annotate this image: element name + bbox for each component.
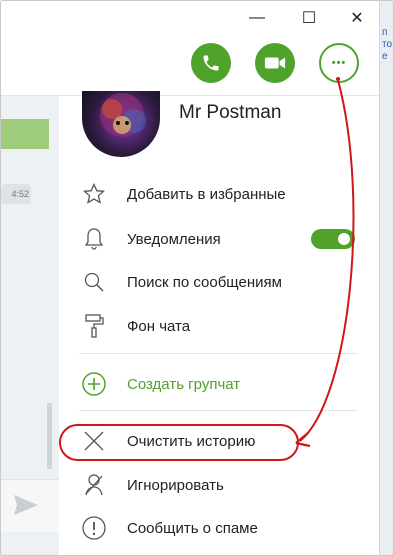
highlight-oval [59,424,299,461]
menu-item-label: Игнорировать [127,476,224,494]
menu-item-label: Поиск по сообщениям [127,273,282,291]
menu-item-label: Сообщить о спаме [127,519,258,537]
contact-name: Mr Postman [179,102,282,123]
plus-circle-icon [79,369,109,399]
close-window-icon: ✕ [350,10,364,27]
video-camera-icon [264,57,286,69]
notifications-toggle[interactable] [311,229,355,249]
minimize-icon: — [249,9,265,26]
title-bar: — ☐ ✕ [1,1,379,35]
search-icon [79,267,109,297]
app-window: — ☐ ✕ п то е ••• 4:52 Mr Postman Добавит… [0,0,394,556]
menu-item-label: Создать групчат [127,375,241,393]
paint-roller-icon [79,311,109,341]
more-options-button[interactable]: ••• [319,43,359,83]
menu-item-label: Фон чата [127,317,191,335]
maximize-button[interactable]: ☐ [287,5,331,31]
send-icon[interactable] [13,494,39,516]
menu-divider [79,410,357,411]
toggle-knob [338,233,350,245]
background-window-strip: п то е [379,1,393,555]
ignore-icon [79,470,109,500]
menu-item-chat-background[interactable]: Фон чата [79,308,379,344]
bell-icon [79,224,109,254]
alert-icon [79,513,109,543]
menu-item-report-spam[interactable]: Сообщить о спаме [79,510,379,546]
menu-item-label: Уведомления [127,230,221,248]
more-dots-icon: ••• [331,57,347,69]
close-window-button[interactable]: ✕ [335,5,379,31]
minimize-button[interactable]: — [235,5,279,31]
audio-call-button[interactable] [191,43,231,83]
maximize-icon: ☐ [301,10,317,27]
menu-item-add-favorites[interactable]: Добавить в избранные [79,176,379,212]
video-call-button[interactable] [255,43,295,83]
menu-item-label: Добавить в избранные [127,185,286,203]
chat-scrollbar[interactable] [47,403,52,469]
outgoing-message-bubble [1,119,49,149]
menu-item-search-messages[interactable]: Поиск по сообщениям [79,264,379,300]
phone-icon [203,55,219,71]
menu-divider [79,353,357,354]
menu-item-create-group-chat[interactable]: Создать групчат [79,366,379,402]
background-window-text: п то е [382,27,393,62]
message-timestamp: 4:52 [1,184,31,204]
menu-item-ignore[interactable]: Игнорировать [79,467,379,503]
star-icon [79,179,109,209]
